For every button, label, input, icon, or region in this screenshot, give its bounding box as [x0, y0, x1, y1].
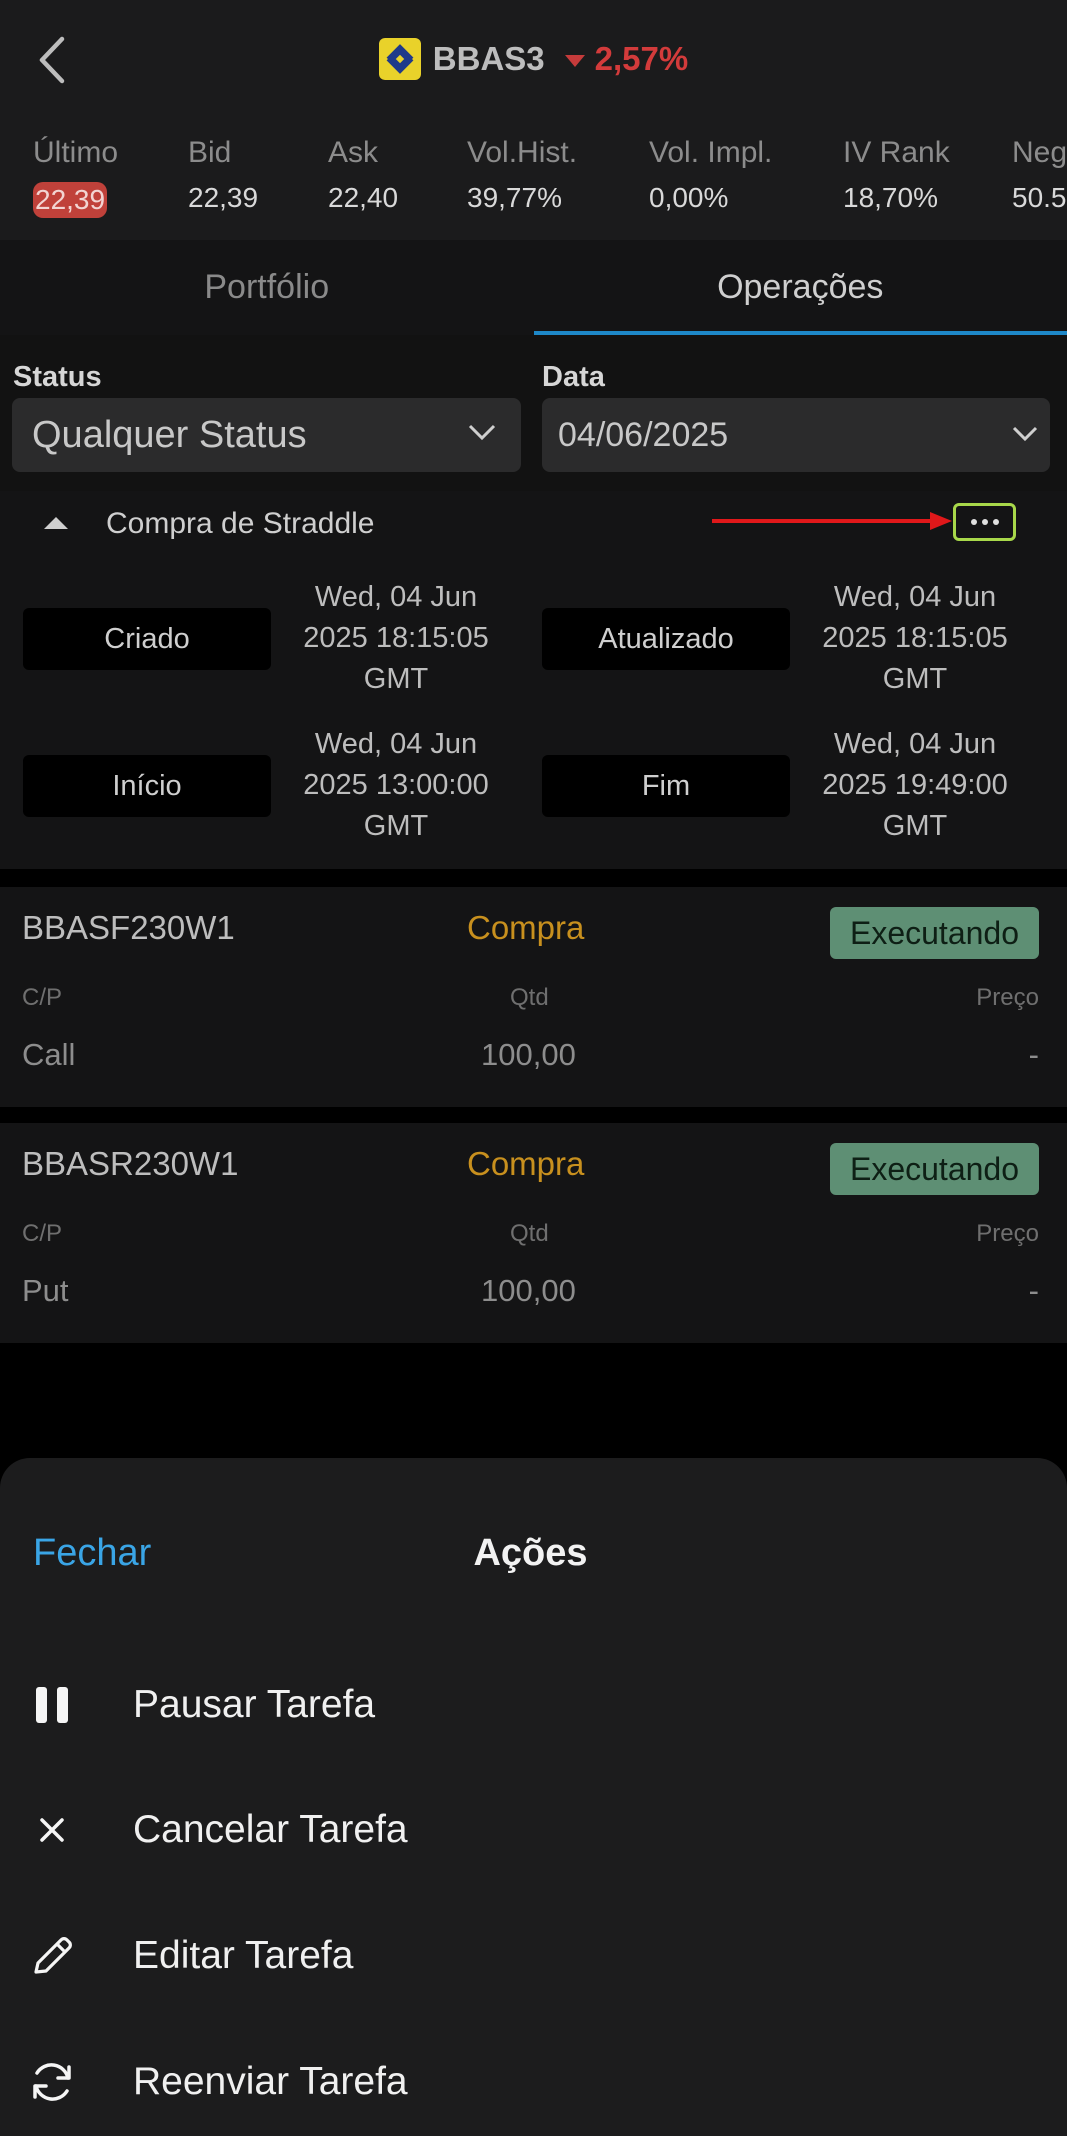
more-dots-icon [970, 519, 977, 525]
leg-side: Compra [467, 1145, 585, 1182]
quote-label: Vol. Impl. [649, 136, 773, 169]
leg-cp: Put [22, 1273, 69, 1308]
price-header: Preço [976, 1220, 1039, 1247]
actions-sheet: Fechar Ações Pausar Tarefa Cancelar Tare… [0, 1458, 1067, 2136]
filters-panel: Status Qualquer Status Data 04/06/2025 [0, 335, 1067, 491]
qty-header: Qtd [510, 984, 549, 1011]
collapse-caret-icon[interactable] [44, 517, 68, 529]
status-badge: Executando [829, 1143, 1039, 1195]
strategy-card: Compra de Straddle Criado Wed, 04 Jun 20… [0, 491, 1067, 869]
more-options-button[interactable] [953, 503, 1016, 541]
date-select-value: 04/06/2025 [558, 415, 729, 454]
quote-bid: Bid 22,39 [188, 136, 258, 214]
action-label: Pausar Tarefa [133, 1683, 376, 1726]
leg-side: Compra [467, 909, 585, 946]
start-value: Wed, 04 Jun 2025 13:00:00 GMT [303, 728, 489, 842]
chevron-down-icon [1012, 426, 1038, 442]
action-pause-task[interactable]: Pausar Tarefa [0, 1655, 1067, 1755]
quote-value: 22,40 [328, 182, 399, 213]
cp-header: C/P [22, 984, 63, 1011]
bank-logo-icon [378, 38, 421, 80]
updated-label: Atualizado [542, 608, 790, 670]
quote-label: Neg [1012, 136, 1067, 169]
title-bar: BBAS3 2,57% [0, 32, 1067, 86]
status-select[interactable]: Qualquer Status [12, 398, 521, 472]
quote-label: Último [33, 136, 119, 169]
pause-icon [26, 1679, 78, 1731]
leg-card[interactable]: BBASF230W1 Compra Executando C/P Qtd Pre… [0, 887, 1067, 1107]
leg-price: - [1028, 1273, 1039, 1308]
date-filter-label: Data [542, 361, 605, 393]
leg-symbol: BBASF230W1 [22, 909, 235, 946]
action-resend-task[interactable]: Reenviar Tarefa [0, 2032, 1067, 2132]
annotation-arrow [712, 519, 932, 523]
quote-value: 0,00% [649, 182, 729, 213]
status-filter-label: Status [13, 361, 102, 393]
created-label: Criado [23, 608, 271, 670]
quote-iv-rank: IV Rank 18,70% [843, 136, 950, 214]
tab-bar: Portfólio Operações [0, 240, 1067, 335]
leg-qty: 100,00 [481, 1273, 576, 1308]
leg-card[interactable]: BBASR230W1 Compra Executando C/P Qtd Pre… [0, 1123, 1067, 1343]
end-value: Wed, 04 Jun 2025 19:49:00 GMT [822, 728, 1008, 842]
quote-value: 22,39 [33, 182, 108, 218]
qty-header: Qtd [510, 1220, 549, 1247]
cp-header: C/P [22, 1220, 63, 1247]
quote-vol-impl: Vol. Impl. 0,00% [649, 136, 772, 214]
tab-operacoes[interactable]: Operações [533, 240, 1067, 335]
quote-neg: Neg 50.5 [1012, 136, 1067, 214]
quote-label: Ask [328, 136, 379, 169]
pencil-icon [26, 1930, 78, 1982]
quote-ask: Ask 22,40 [328, 136, 398, 214]
updated-value: Wed, 04 Jun 2025 18:15:05 GMT [822, 581, 1008, 695]
quote-label: Vol.Hist. [467, 136, 578, 169]
action-label: Cancelar Tarefa [133, 1808, 408, 1851]
tab-portfolio[interactable]: Portfólio [0, 240, 534, 335]
quote-value: 18,70% [843, 182, 938, 213]
strategy-name: Compra de Straddle [106, 507, 375, 540]
leg-price: - [1028, 1037, 1039, 1072]
quote-vol-hist: Vol.Hist. 39,77% [467, 136, 577, 214]
action-cancel-task[interactable]: Cancelar Tarefa [0, 1780, 1067, 1880]
date-select[interactable]: 04/06/2025 [542, 398, 1050, 472]
more-dots-icon [992, 519, 999, 525]
app-root: BBAS3 2,57% Último 22,39 Bid 22,39 Ask 2… [0, 0, 1067, 2136]
quote-label: Bid [188, 136, 232, 169]
start-label: Início [23, 755, 271, 817]
quote-strip[interactable]: Último 22,39 Bid 22,39 Ask 22,40 Vol.His… [0, 118, 1067, 240]
leg-qty: 100,00 [481, 1037, 576, 1072]
quote-value: 22,39 [188, 182, 259, 213]
leg-symbol: BBASR230W1 [22, 1145, 239, 1182]
price-header: Preço [976, 984, 1039, 1011]
chevron-down-icon [468, 424, 496, 441]
action-label: Editar Tarefa [133, 1934, 354, 1977]
quote-label: IV Rank [843, 136, 950, 169]
annotation-arrow-head [930, 512, 952, 530]
more-dots-icon [981, 519, 988, 525]
end-label: Fim [542, 755, 790, 817]
action-label: Reenviar Tarefa [133, 2060, 408, 2103]
status-select-value: Qualquer Status [32, 413, 307, 456]
top-header: BBAS3 2,57% [0, 0, 1067, 118]
created-value: Wed, 04 Jun 2025 18:15:05 GMT [303, 581, 489, 695]
leg-cp: Call [22, 1037, 76, 1072]
ticker-symbol: BBAS3 [432, 40, 545, 77]
quote-value: 39,77% [467, 182, 562, 213]
quote-last: Último 22,39 [33, 136, 118, 218]
strategy-card-header[interactable]: Compra de Straddle [0, 491, 1067, 557]
close-icon [26, 1804, 78, 1856]
action-edit-task[interactable]: Editar Tarefa [0, 1906, 1067, 2006]
sheet-title: Ações [473, 1532, 588, 1574]
status-badge: Executando [829, 907, 1039, 959]
refresh-icon [26, 2056, 78, 2108]
price-change: 2,57% [594, 40, 689, 77]
down-arrow-icon [564, 55, 585, 67]
quote-value: 50.5 [1012, 182, 1067, 213]
